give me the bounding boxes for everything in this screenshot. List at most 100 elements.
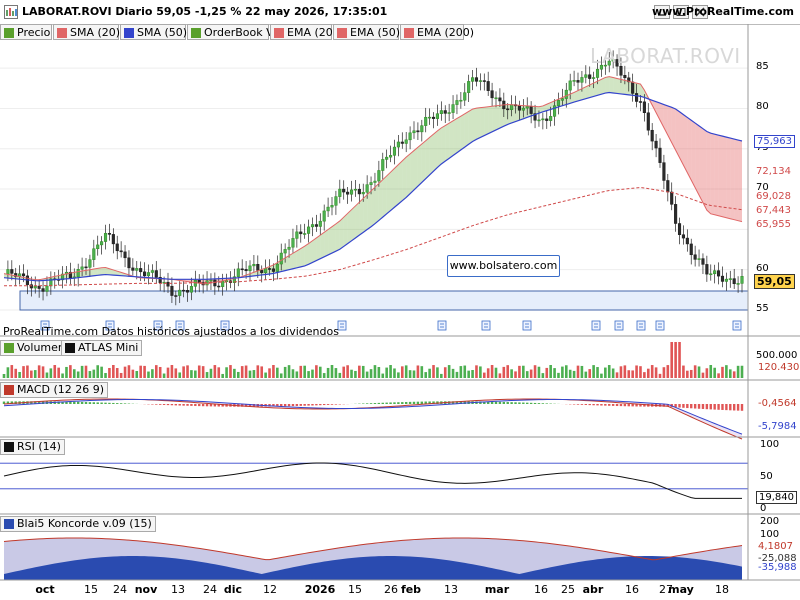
sma50-tag: 75,963 bbox=[754, 135, 795, 148]
volume-bar bbox=[205, 372, 209, 378]
legend-item[interactable]: EMA (20) bbox=[270, 24, 337, 40]
macd-legend[interactable]: MACD (12 26 9) bbox=[0, 382, 109, 398]
ma-fill-segment bbox=[332, 223, 336, 254]
flag-icon[interactable] bbox=[614, 320, 624, 331]
candle-body bbox=[154, 270, 158, 278]
macd-bar bbox=[701, 404, 705, 409]
site-box[interactable]: www.bolsatero.com bbox=[447, 255, 560, 277]
legend-item[interactable]: SMA (20) bbox=[53, 24, 121, 40]
volume-legend[interactable]: Volumen bbox=[0, 340, 69, 356]
candle-body bbox=[459, 99, 463, 102]
flag-icon[interactable] bbox=[437, 320, 447, 331]
macd-bar bbox=[697, 404, 701, 409]
legend-item[interactable]: SMA (50) bbox=[120, 24, 187, 40]
rsi-tick-0: 0 bbox=[760, 503, 767, 514]
legend-label: SMA (20) bbox=[70, 26, 121, 39]
candle-body bbox=[33, 285, 37, 289]
volume-bar bbox=[178, 372, 182, 378]
flag-icon[interactable] bbox=[591, 320, 601, 331]
volume-bar bbox=[525, 371, 529, 378]
candle-body bbox=[658, 147, 662, 163]
candle-body bbox=[467, 81, 471, 93]
volume-bar bbox=[580, 365, 584, 378]
volume-bar bbox=[365, 371, 369, 378]
candle-body bbox=[646, 112, 650, 131]
ma-fill-segment bbox=[620, 79, 625, 95]
candle-body bbox=[474, 77, 479, 82]
ma-fill-segment bbox=[324, 229, 329, 257]
macd-bar bbox=[389, 402, 392, 404]
legend-item[interactable]: EMA (200) bbox=[400, 24, 474, 40]
legend-label: EMA (200) bbox=[417, 26, 475, 39]
time-tick: mar bbox=[484, 583, 510, 596]
candle-body bbox=[342, 188, 346, 193]
candle-body bbox=[103, 233, 108, 242]
candle-body bbox=[584, 74, 588, 78]
candle-body bbox=[318, 220, 322, 227]
macd-bar bbox=[717, 404, 720, 410]
candle-body bbox=[346, 191, 350, 195]
volume-bar bbox=[471, 370, 474, 378]
candle-body bbox=[84, 266, 88, 269]
volume-bar bbox=[190, 370, 193, 378]
volume-bar bbox=[100, 366, 103, 378]
flag-icon[interactable] bbox=[337, 320, 347, 331]
volume-bar bbox=[635, 365, 638, 378]
rsi-swatch-icon bbox=[4, 442, 14, 452]
ma-fill-segment bbox=[421, 140, 426, 183]
volume-bar bbox=[443, 367, 447, 378]
flag-icon[interactable] bbox=[732, 320, 742, 331]
sma20-tag: 65,955 bbox=[754, 219, 793, 230]
macd-bar bbox=[506, 402, 509, 404]
volume-bar bbox=[330, 365, 334, 378]
ma-fill-segment bbox=[328, 226, 332, 255]
flag-icon[interactable] bbox=[655, 320, 665, 331]
legend-item[interactable]: OrderBook Vol bbox=[187, 24, 283, 40]
volume-bar bbox=[623, 365, 627, 378]
price-tick: 60 bbox=[756, 262, 769, 274]
ma-fill-segment bbox=[429, 134, 434, 175]
macd-bar bbox=[526, 402, 529, 404]
candle-body bbox=[400, 141, 404, 144]
time-tick: dic bbox=[223, 583, 243, 596]
candle-body bbox=[482, 80, 486, 82]
candle-body bbox=[486, 81, 490, 91]
ma-fill-segment bbox=[394, 164, 399, 208]
candle-body bbox=[455, 100, 459, 105]
candle-body bbox=[435, 113, 439, 119]
candle-body bbox=[506, 108, 510, 111]
volume-bar bbox=[697, 366, 701, 378]
volume-bar bbox=[604, 367, 607, 378]
flag-icon[interactable] bbox=[636, 320, 646, 331]
volume-bar bbox=[22, 366, 25, 378]
volume-bar bbox=[658, 373, 662, 378]
volume-bar bbox=[295, 371, 299, 378]
macd-bar bbox=[533, 402, 537, 404]
macd-bar bbox=[572, 404, 576, 405]
legend-item[interactable]: EMA (50) bbox=[333, 24, 400, 40]
candle-body bbox=[451, 104, 455, 113]
koncorde-legend[interactable]: Blai5 Koncorde v.09 (15) bbox=[0, 516, 156, 532]
volume-bar bbox=[693, 365, 697, 378]
volume-bar bbox=[725, 365, 728, 378]
volume-bar bbox=[385, 367, 388, 378]
candle-body bbox=[287, 246, 291, 250]
atlas-legend[interactable]: ATLAS Mini bbox=[61, 340, 143, 356]
macd-bar bbox=[401, 402, 404, 404]
candle-body bbox=[635, 93, 639, 102]
rsi-legend[interactable]: RSI (14) bbox=[0, 439, 65, 455]
candle-body bbox=[365, 184, 369, 193]
legend-item[interactable]: Precio bbox=[0, 24, 52, 40]
macd-bar bbox=[166, 404, 170, 406]
volume-bar bbox=[174, 368, 178, 378]
volume-bar bbox=[479, 366, 482, 378]
macd-bar bbox=[740, 404, 744, 411]
volume-bar bbox=[96, 365, 100, 378]
flag-icon[interactable] bbox=[481, 320, 491, 331]
volume-bar bbox=[631, 370, 634, 378]
macd-bar bbox=[155, 404, 158, 405]
candle-body bbox=[10, 269, 14, 274]
legend-swatch-icon bbox=[337, 28, 347, 38]
flag-icon[interactable] bbox=[522, 320, 532, 331]
volume-bar bbox=[502, 366, 506, 378]
